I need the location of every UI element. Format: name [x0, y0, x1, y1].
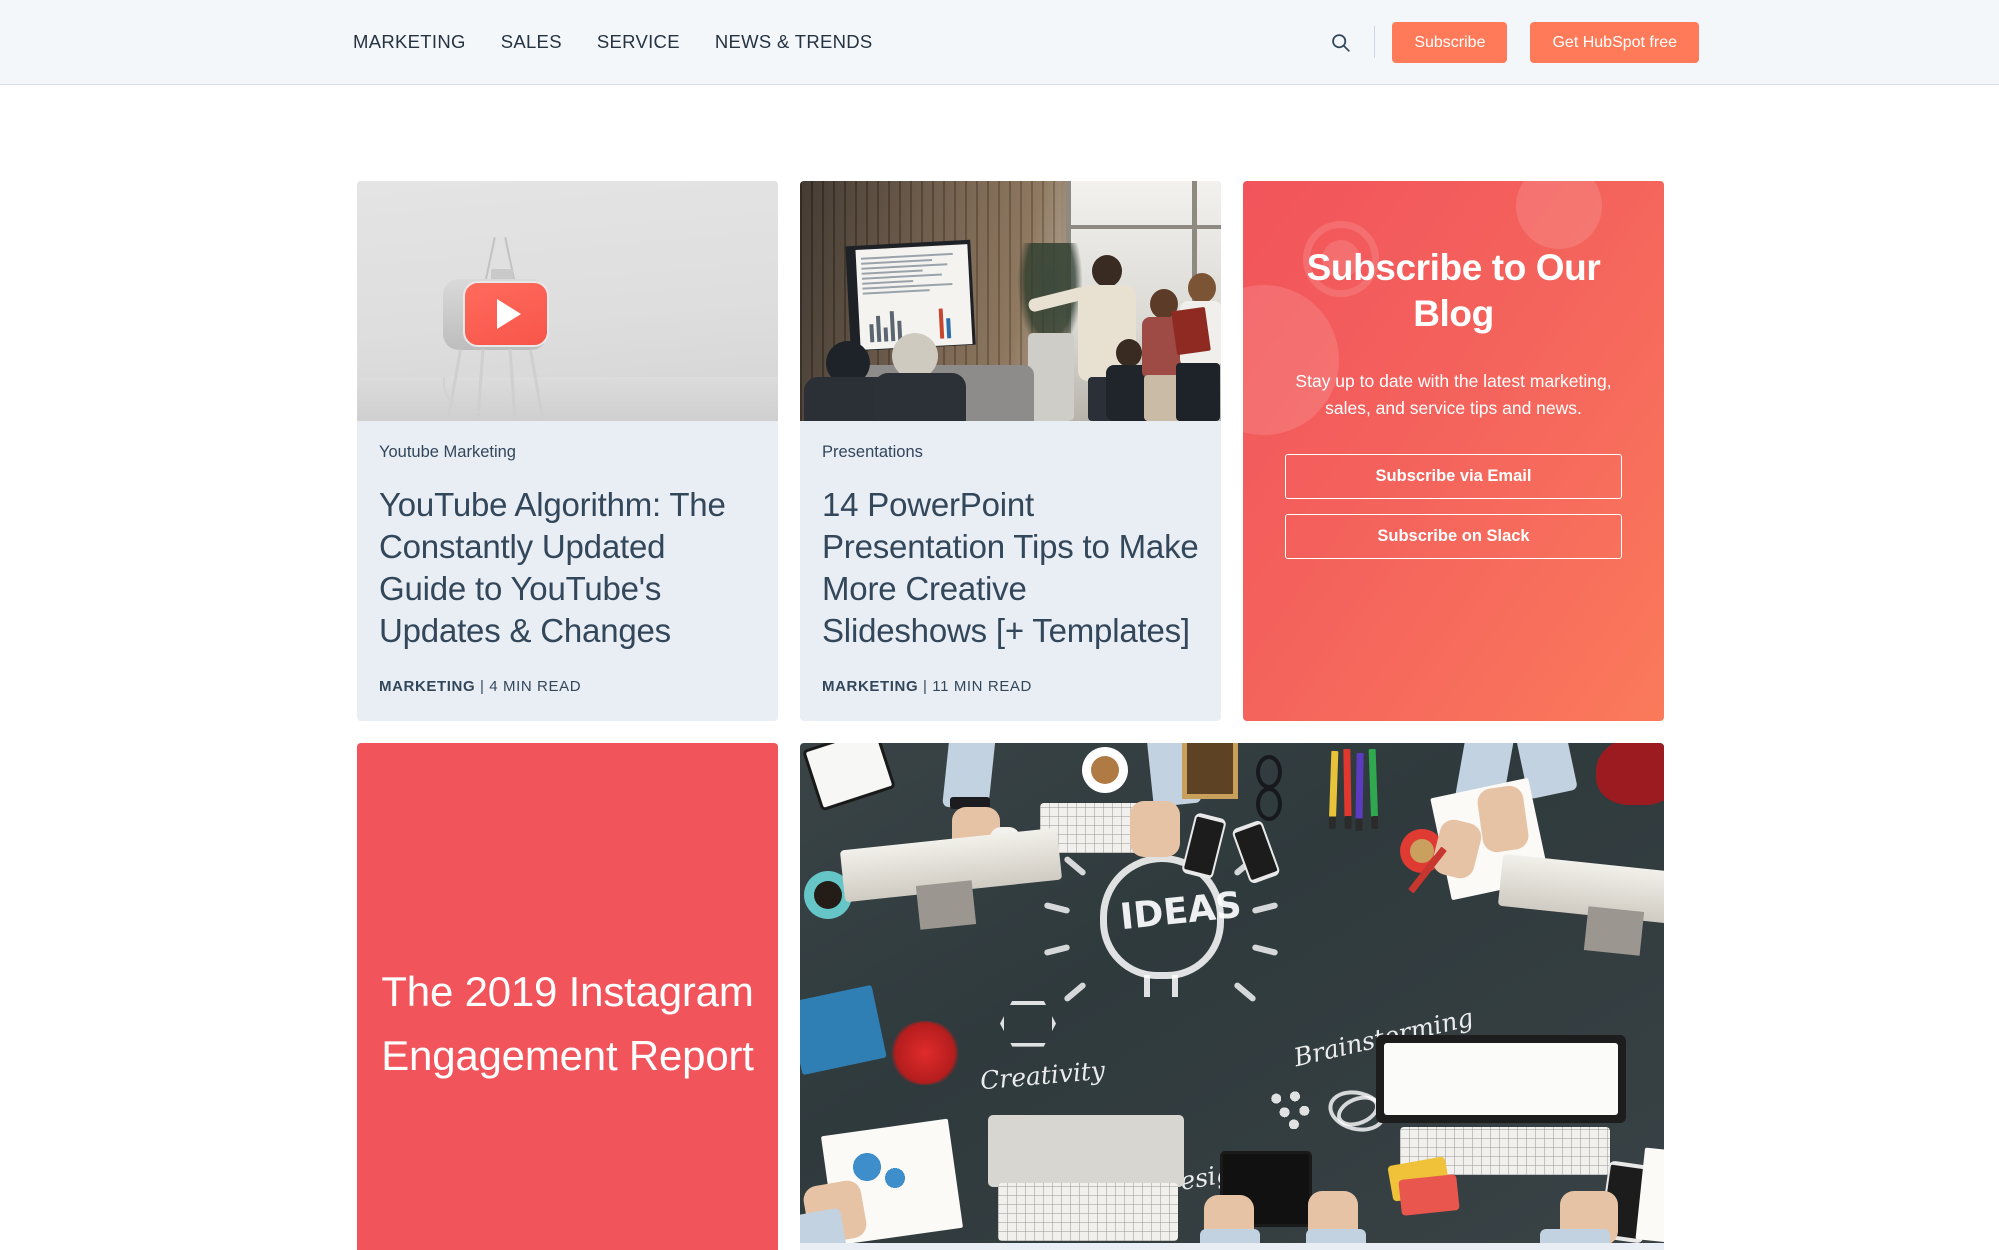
- post-thumbnail-youtube: [357, 181, 778, 421]
- nav-item-news-and-trends[interactable]: NEWS & TRENDS: [715, 31, 873, 53]
- imac-monitor-bottom: [1376, 1034, 1626, 1123]
- play-button-icon: [463, 281, 549, 347]
- post-meta: MARKETING | 4 MIN READ: [379, 678, 756, 721]
- nav-item-service[interactable]: SERVICE: [597, 31, 680, 53]
- search-button[interactable]: [1320, 22, 1360, 62]
- nav-item-sales[interactable]: SALES: [501, 31, 562, 53]
- post-meta-readtime: | 4 MIN READ: [480, 677, 582, 695]
- search-icon: [1332, 33, 1350, 52]
- tablet-device: [802, 742, 896, 812]
- header-actions: Subscribe Get HubSpot free: [1320, 21, 1699, 63]
- post-meta: MARKETING | 11 MIN READ: [822, 678, 1199, 721]
- subscribe-panel-description: Stay up to date with the latest marketin…: [1295, 370, 1612, 419]
- post-card-body: User Experience: [800, 1243, 1664, 1250]
- desk-lamp: [1596, 742, 1664, 805]
- chalk-dots: [1270, 1090, 1322, 1129]
- get-hubspot-free-button[interactable]: Get HubSpot free: [1530, 21, 1699, 63]
- laptop: [988, 1114, 1184, 1187]
- retro-tv-illustration: [357, 181, 778, 421]
- post-card-body: Youtube Marketing YouTube Algorithm: The…: [357, 421, 778, 721]
- post-card-user-experience[interactable]: IDEAS Creativity Brainstorming Design: [800, 742, 1664, 1250]
- blue-notebook: [800, 984, 887, 1075]
- post-card-body: Presentations 14 PowerPoint Presentation…: [800, 421, 1221, 721]
- picture-frame: [1182, 742, 1238, 799]
- red-flowers: [888, 1020, 962, 1085]
- post-title[interactable]: YouTube Algorithm: The Constantly Update…: [379, 484, 756, 652]
- hexagon-chalk-icon: [1000, 1000, 1056, 1047]
- post-meta-topic: MARKETING: [822, 677, 919, 695]
- subscribe-on-slack-button[interactable]: Subscribe on Slack: [1285, 513, 1622, 559]
- subscribe-panel: Subscribe to Our Blog Stay up to date wi…: [1243, 181, 1664, 721]
- post-card-youtube-algorithm[interactable]: Youtube Marketing YouTube Algorithm: The…: [357, 181, 778, 721]
- post-grid: Youtube Marketing YouTube Algorithm: The…: [357, 181, 1664, 1250]
- post-card-powerpoint-tips[interactable]: Presentations 14 PowerPoint Presentation…: [800, 181, 1221, 721]
- post-category[interactable]: Presentations: [822, 443, 1199, 462]
- report-card-title: The 2019 Instagram Engagement Report: [381, 968, 754, 1080]
- post-thumbnail-presentation: [800, 181, 1221, 421]
- primary-navigation: MARKETING SALES SERVICE NEWS & TRENDS: [353, 31, 873, 53]
- post-category[interactable]: Youtube Marketing: [379, 443, 756, 462]
- presentation-photo: [800, 181, 1221, 421]
- sunglasses: [1256, 754, 1282, 789]
- subscribe-via-email-button[interactable]: Subscribe via Email: [1285, 453, 1622, 499]
- post-title[interactable]: 14 PowerPoint Presentation Tips to Make …: [822, 484, 1199, 652]
- chalk-label-creativity: Creativity: [978, 1055, 1107, 1096]
- subscribe-button[interactable]: Subscribe: [1392, 21, 1508, 63]
- header-divider: [1374, 26, 1376, 58]
- post-meta-readtime: | 11 MIN READ: [923, 677, 1032, 695]
- smartphone-right: [1180, 811, 1228, 880]
- post-meta-topic: MARKETING: [379, 677, 476, 695]
- site-header: MARKETING SALES SERVICE NEWS & TRENDS Su…: [0, 0, 1999, 85]
- desk-brainstorming-photo: IDEAS Creativity Brainstorming Design: [800, 742, 1664, 1243]
- decorative-circle-filled-top: [1516, 181, 1602, 249]
- subscribe-panel-title: Subscribe to Our Blog: [1306, 247, 1601, 335]
- nav-item-marketing[interactable]: MARKETING: [353, 31, 466, 53]
- post-card-instagram-engagement-report[interactable]: The 2019 Instagram Engagement Report: [357, 742, 778, 1250]
